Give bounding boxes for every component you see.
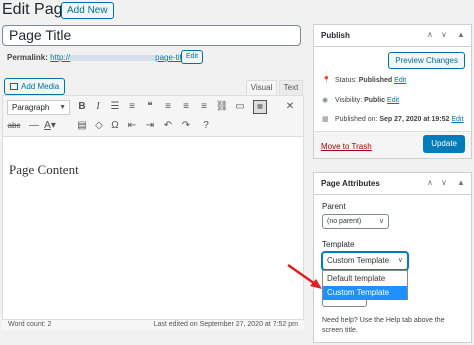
format-select[interactable]: Paragraph ▼ xyxy=(7,100,70,115)
update-button[interactable]: Update xyxy=(423,135,465,153)
editor-toolbar: Paragraph ▼ B I ☰ ≡ ❝ ≡ ≡ ≡ ⛓ ▭ ▦ ✕ abc —… xyxy=(3,96,303,137)
visibility-edit-link[interactable]: Edit xyxy=(387,97,399,104)
more-tag-icon[interactable]: ▭ xyxy=(233,100,247,114)
chevron-up-icon[interactable]: ∧ xyxy=(427,30,433,39)
editor-content[interactable]: Page Content xyxy=(9,162,79,178)
add-media-button[interactable]: Add Media xyxy=(4,78,66,95)
add-new-button[interactable]: Add New xyxy=(61,2,114,19)
page-attributes-title[interactable]: Page Attributes xyxy=(314,173,471,195)
last-edited: Last edited on September 27, 2020 at 7:5… xyxy=(153,321,298,328)
editor-status-bar: Word count: 2 Last edited on September 2… xyxy=(2,319,304,330)
chevron-up-icon[interactable]: ∧ xyxy=(427,178,433,187)
bold-icon[interactable]: B xyxy=(75,100,89,114)
published-edit-link[interactable]: Edit xyxy=(451,116,463,123)
template-dropdown: Default template Custom Template xyxy=(322,270,408,300)
numbered-list-icon[interactable]: ≡ xyxy=(125,100,139,114)
help-icon[interactable]: ? xyxy=(199,119,213,133)
outdent-icon[interactable]: ⇤ xyxy=(125,119,139,133)
indent-icon[interactable]: ⇥ xyxy=(143,119,157,133)
permalink-label: Permalink: xyxy=(7,53,48,62)
visibility-row: ◉ Visibility: Public Edit xyxy=(322,97,400,104)
redo-icon[interactable]: ↷ xyxy=(179,119,193,133)
template-select[interactable]: Custom Template ∨ xyxy=(322,252,408,270)
toolbar-toggle-icon[interactable]: ▦ xyxy=(253,100,267,114)
move-to-trash-link[interactable]: Move to Trash xyxy=(321,142,372,151)
template-label: Template xyxy=(322,240,355,249)
align-left-icon[interactable]: ≡ xyxy=(161,100,175,114)
calendar-icon: ▦ xyxy=(322,116,329,123)
chevron-down-icon[interactable]: ∨ xyxy=(441,30,447,39)
content-editor: Paragraph ▼ B I ☰ ≡ ❝ ≡ ≡ ≡ ⛓ ▭ ▦ ✕ abc —… xyxy=(2,95,304,330)
template-option-default[interactable]: Default template xyxy=(323,272,407,286)
publish-panel: Publish ∧ ∨ ▲ Preview Changes 📍 Status: P… xyxy=(313,24,472,159)
link-icon[interactable]: ⛓ xyxy=(215,100,229,114)
chevron-down-icon: ▼ xyxy=(59,104,66,111)
paste-text-icon[interactable]: ▤ xyxy=(75,119,89,133)
fullscreen-icon[interactable]: ✕ xyxy=(283,100,297,114)
preview-changes-button[interactable]: Preview Changes xyxy=(388,52,465,69)
template-option-custom[interactable]: Custom Template xyxy=(323,286,407,300)
status-row: 📍 Status: Published Edit xyxy=(322,77,407,84)
tab-text[interactable]: Text xyxy=(279,80,303,95)
italic-icon[interactable]: I xyxy=(91,100,105,114)
caret-up-icon[interactable]: ▲ xyxy=(457,178,465,187)
caret-up-icon[interactable]: ▲ xyxy=(457,30,465,39)
horizontal-rule-icon[interactable]: — xyxy=(27,119,41,133)
pin-icon: 📍 xyxy=(322,77,331,84)
blockquote-icon[interactable]: ❝ xyxy=(143,100,157,114)
redacted-domain xyxy=(70,54,156,61)
align-right-icon[interactable]: ≡ xyxy=(197,100,211,114)
parent-select[interactable]: (no parent) ∨ xyxy=(322,214,389,229)
eye-icon: ◉ xyxy=(322,97,329,104)
permalink-url[interactable]: http://page-title/ xyxy=(50,53,190,62)
status-edit-link[interactable]: Edit xyxy=(394,77,406,84)
chevron-down-icon: ∨ xyxy=(397,257,403,264)
strikethrough-icon[interactable]: abc xyxy=(7,119,21,133)
align-center-icon[interactable]: ≡ xyxy=(179,100,193,114)
special-character-icon[interactable]: Ω xyxy=(108,119,122,133)
clear-formatting-icon[interactable]: ◇ xyxy=(92,119,106,133)
post-title-input[interactable]: Page Title xyxy=(2,25,301,46)
permalink-row: Permalink: http://page-title/ xyxy=(7,53,190,62)
page-attributes-panel: Page Attributes ∧ ∨ ▲ Parent (no parent)… xyxy=(313,172,472,343)
chevron-down-icon[interactable]: ∨ xyxy=(441,178,447,187)
bullet-list-icon[interactable]: ☰ xyxy=(108,100,122,114)
media-icon xyxy=(10,83,18,90)
undo-icon[interactable]: ↶ xyxy=(161,119,175,133)
help-text: Need help? Use the Help tab above the sc… xyxy=(322,317,445,334)
publish-panel-title[interactable]: Publish xyxy=(314,25,471,47)
publish-actions: Move to Trash Update xyxy=(314,131,471,158)
permalink-edit-button[interactable]: Edit xyxy=(181,50,204,64)
annotation-arrow-icon xyxy=(287,263,322,289)
chevron-down-icon: ∨ xyxy=(378,218,384,225)
word-count: Word count: 2 xyxy=(8,321,52,328)
parent-label: Parent xyxy=(322,202,346,211)
tab-visual[interactable]: Visual xyxy=(246,80,277,95)
published-row: ▦ Published on: Sep 27, 2020 at 19:52 Edi… xyxy=(322,116,464,123)
text-color-icon[interactable]: A▾ xyxy=(43,119,57,133)
